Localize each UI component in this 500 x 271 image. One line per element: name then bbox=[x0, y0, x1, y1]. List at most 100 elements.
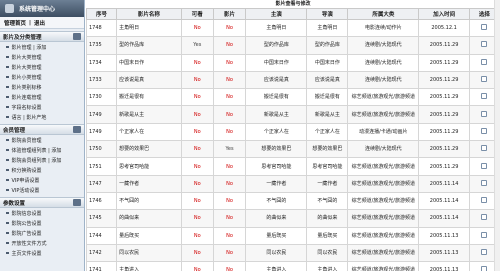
sidebar-item[interactable]: 影片管理 | 添加 bbox=[0, 42, 84, 52]
cell-title[interactable]: 量后既买 bbox=[116, 226, 182, 245]
sidebar-item[interactable]: 影片类别标移 bbox=[0, 82, 84, 92]
cell-date: 2005.11.13 bbox=[418, 243, 470, 263]
table-row: 1751 思考官司哈能 No No 思考官司哈能 思考官司哈能 综艺频道/旅游观光/旅游频道… bbox=[85, 157, 500, 176]
cell-id: 1751 bbox=[85, 157, 118, 176]
sidebar-item[interactable]: 影院会员组列表 | 添加 bbox=[0, 155, 84, 165]
sidebar-section-title[interactable]: 参数设置 bbox=[0, 197, 84, 208]
bullet-icon bbox=[6, 55, 9, 59]
section-title-label: 会员管理 bbox=[3, 127, 26, 134]
row-checkbox[interactable] bbox=[481, 249, 488, 255]
nav-logout[interactable]: 退出 bbox=[34, 19, 45, 27]
cell-title[interactable]: 一藏作者 bbox=[116, 174, 182, 193]
cell-title[interactable]: 新歌是从主 bbox=[116, 105, 182, 124]
sidebar-item[interactable]: VIP申请设置 bbox=[0, 175, 84, 185]
cell-title[interactable]: 思考官司哈能 bbox=[116, 157, 182, 176]
cell-id: 1747 bbox=[85, 174, 118, 193]
cell-title[interactable]: 应该说是真 bbox=[116, 70, 182, 90]
sidebar-item-label: 开放性文件方式 bbox=[11, 240, 47, 247]
sidebar-item[interactable]: 字段名标设置 bbox=[0, 102, 84, 112]
cell-title[interactable]: 主角进入 bbox=[116, 261, 182, 271]
cell-star: 的曲似来 bbox=[245, 209, 308, 228]
row-checkbox[interactable] bbox=[481, 214, 488, 221]
sidebar-item[interactable]: 影片大类管理 bbox=[0, 52, 84, 62]
cell-title[interactable]: 主角明日 bbox=[116, 18, 182, 38]
cell-cat: 综艺频道/旅游观光/旅游频道 bbox=[347, 174, 420, 193]
cell-title[interactable]: 同以农民 bbox=[116, 243, 182, 263]
sidebar-item[interactable]: 影片连载管理 bbox=[0, 92, 84, 102]
cell-title[interactable]: 个正家人在 bbox=[116, 122, 182, 142]
column-header: 导演 bbox=[306, 8, 349, 20]
sidebar-item[interactable]: 影院公告设置 bbox=[0, 218, 84, 228]
sidebar-item[interactable]: 体验管理组列表 | 添加 bbox=[0, 145, 84, 155]
collapse-icon[interactable] bbox=[73, 33, 81, 40]
table-row: 1742 同以农民 No No 同以农民 同以农民 综艺频道/旅游观光/旅游频道 2005.1… bbox=[85, 243, 500, 263]
cell-dir: 主角进入 bbox=[306, 261, 349, 271]
cell-date: 2005.11.29 bbox=[418, 88, 470, 107]
row-checkbox[interactable] bbox=[481, 179, 488, 186]
collapse-icon[interactable] bbox=[73, 126, 81, 133]
collapse-icon[interactable] bbox=[73, 199, 81, 206]
cell-title[interactable]: 不气囧的 bbox=[116, 191, 182, 211]
cell-title[interactable]: 型的作品库 bbox=[116, 36, 182, 55]
row-checkbox[interactable] bbox=[481, 266, 488, 271]
cell-dir: 同以农民 bbox=[306, 243, 349, 263]
sidebar-item-label: 影院信息设置 bbox=[11, 210, 42, 217]
cell-dir: 搬迁是很有 bbox=[306, 88, 349, 107]
cell-star: 想要的效果巴 bbox=[245, 140, 308, 159]
sidebar-item[interactable]: 影片大类管理 bbox=[0, 62, 84, 72]
row-checkbox[interactable] bbox=[481, 145, 488, 152]
app-title: 系统管理中心 bbox=[19, 6, 56, 13]
row-checkbox[interactable] bbox=[481, 162, 488, 169]
sidebar-item[interactable]: 语言 | 影片产地 bbox=[0, 112, 84, 122]
row-checkbox[interactable] bbox=[481, 24, 488, 31]
cell-title[interactable]: 中国末日作 bbox=[116, 53, 182, 72]
bullet-icon bbox=[6, 241, 9, 245]
table-body: 1748 主角明日 No No 主角明日 主角明日 电影连续/动作片 2005.12.1 173… bbox=[85, 18, 500, 271]
sidebar-item-label: 影片小类管理 bbox=[11, 74, 42, 81]
cell-c1: No bbox=[180, 18, 214, 38]
sidebar-section-title[interactable]: 会员管理 bbox=[0, 124, 84, 135]
sidebar-item[interactable]: 影片小类管理 bbox=[0, 72, 84, 82]
sidebar-item[interactable]: 主页文件设置 bbox=[0, 248, 84, 258]
row-checkbox[interactable] bbox=[481, 231, 488, 238]
bullet-icon bbox=[6, 251, 9, 255]
column-header: 序号 bbox=[85, 8, 118, 20]
cell-c2: No bbox=[212, 226, 247, 245]
sidebar-item[interactable]: 影院会员管理 bbox=[0, 135, 84, 145]
sidebar-item[interactable]: 积分换购设置 bbox=[0, 165, 84, 175]
sidebar-item[interactable]: VIP活动设置 bbox=[0, 185, 84, 195]
cell-title[interactable]: 的曲似来 bbox=[116, 209, 182, 228]
cell-dir: 一藏作者 bbox=[306, 174, 349, 193]
table-row: 1733 应该说是真 No No 应该说是真 应该说是真 连续剧/大陆现代 2005.11.2… bbox=[85, 70, 500, 90]
cell-id: 1735 bbox=[85, 36, 118, 55]
bullet-icon bbox=[6, 95, 9, 99]
cell-id: 1742 bbox=[85, 243, 118, 263]
sidebar-section-title[interactable]: 影片及分类管理 bbox=[0, 31, 84, 42]
sidebar-item[interactable]: 开放性文件方式 bbox=[0, 238, 84, 248]
cell-c2: No bbox=[212, 70, 247, 90]
cell-c2: No bbox=[212, 53, 247, 72]
row-checkbox[interactable] bbox=[481, 41, 488, 48]
column-header: 加入时间 bbox=[418, 8, 470, 20]
bullet-icon bbox=[6, 188, 9, 192]
cell-c2: No bbox=[212, 209, 247, 228]
cell-c1: No bbox=[180, 243, 214, 263]
row-checkbox[interactable] bbox=[481, 197, 488, 204]
nav-home[interactable]: 管理首页 bbox=[4, 19, 26, 27]
table-row: 1747 一藏作者 No No 一藏作者 一藏作者 综艺频道/旅游观光/旅游频道 2005.1… bbox=[85, 174, 500, 193]
sidebar-item[interactable]: 影院广告设置 bbox=[0, 228, 84, 238]
row-checkbox[interactable] bbox=[481, 110, 488, 117]
cell-star: 主角明日 bbox=[245, 18, 308, 38]
sidebar-item[interactable]: 影院信息设置 bbox=[0, 208, 84, 218]
row-checkbox[interactable] bbox=[481, 58, 488, 65]
cell-title[interactable]: 想要的效果巴 bbox=[116, 140, 182, 159]
vertical-scrollbar[interactable] bbox=[494, 0, 500, 271]
table-caption: 影片查看与修改 bbox=[86, 0, 500, 8]
cell-date: 2005.11.14 bbox=[418, 209, 470, 228]
row-checkbox[interactable] bbox=[481, 127, 488, 134]
cell-c1: No bbox=[180, 105, 214, 124]
row-checkbox[interactable] bbox=[481, 76, 488, 83]
cell-title[interactable]: 搬迁是很有 bbox=[116, 88, 182, 107]
column-header: 所属大类 bbox=[347, 8, 420, 20]
row-checkbox[interactable] bbox=[481, 93, 488, 100]
